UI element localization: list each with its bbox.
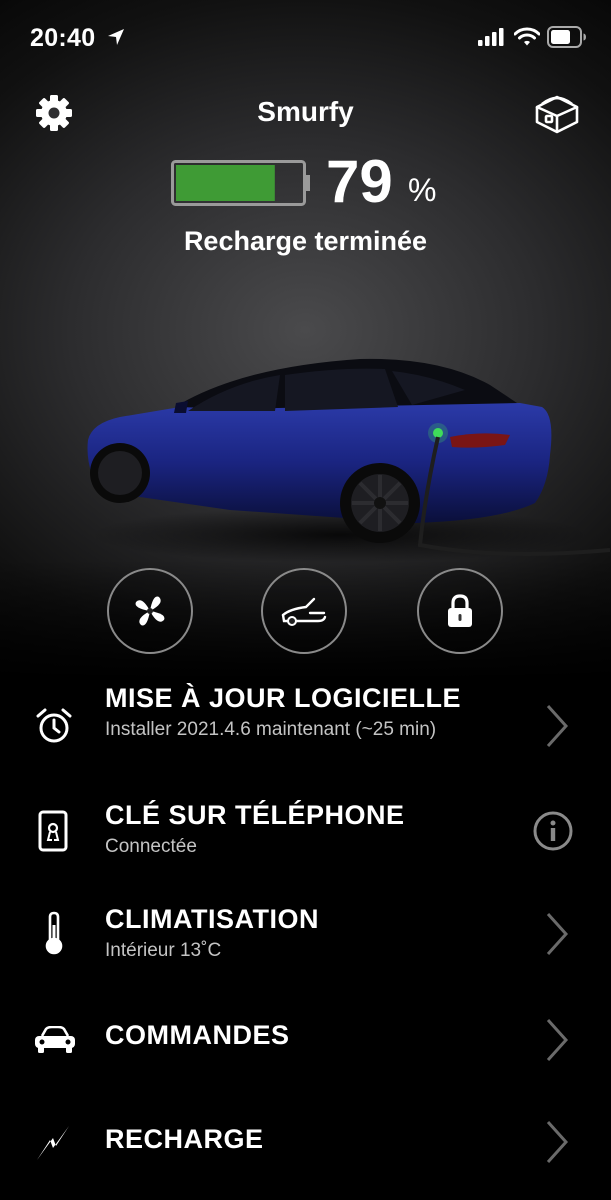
- status-time: 20:40: [30, 24, 96, 52]
- fan-icon: [135, 596, 165, 626]
- controls-title: COMMANDES: [105, 1020, 290, 1050]
- menu-row-climate[interactable]: CLIMATISATION Intérieur 13˚C: [0, 900, 611, 980]
- menu-row-controls[interactable]: COMMANDES: [0, 1010, 611, 1070]
- location-arrow-icon: [108, 29, 124, 45]
- lightning-bolt-icon: [37, 1126, 69, 1160]
- car-image: [87, 358, 610, 563]
- thermometer-icon: [45, 911, 63, 955]
- status-bar: 20:40: [0, 0, 611, 76]
- battery-percent-sign: %: [408, 172, 437, 208]
- toybox-chest-icon[interactable]: [533, 93, 581, 135]
- background-fade: [0, 560, 611, 1200]
- phone-key-icon: [38, 810, 68, 852]
- chevron-right-icon: [546, 1120, 569, 1164]
- alarm-clock-icon: [36, 708, 72, 743]
- menu-row-phone-key[interactable]: CLÉ SUR TÉLÉPHONE Connectée: [0, 797, 611, 877]
- climate-subtitle: Intérieur 13˚C: [105, 940, 222, 961]
- info-icon[interactable]: [532, 810, 574, 852]
- menu-row-software-update[interactable]: MISE À JOUR LOGICIELLE Installer 2021.4.…: [0, 676, 611, 776]
- battery-percent: 79: [326, 148, 393, 215]
- battery-fill: [176, 165, 275, 201]
- chevron-right-icon: [546, 1018, 569, 1062]
- wifi-icon: [514, 27, 540, 46]
- menu-row-charging[interactable]: RECHARGE: [0, 1116, 611, 1176]
- car-front-icon: [35, 1026, 75, 1053]
- climate-title: CLIMATISATION: [105, 904, 319, 934]
- software-update-title: MISE À JOUR LOGICIELLE: [105, 683, 462, 713]
- phone-key-subtitle: Connectée: [105, 836, 197, 857]
- car-name: Smurfy: [257, 96, 354, 127]
- lock-icon: [448, 594, 472, 627]
- lock-button[interactable]: [417, 568, 503, 654]
- phone-key-title: CLÉ SUR TÉLÉPHONE: [105, 800, 405, 830]
- chevron-right-icon: [546, 704, 569, 748]
- climate-fan-button[interactable]: [107, 568, 193, 654]
- frunk-icon: [281, 597, 327, 626]
- frunk-button[interactable]: [261, 568, 347, 654]
- chevron-right-icon: [546, 912, 569, 956]
- phone-battery-icon: [547, 26, 586, 48]
- car-battery-gauge: [171, 160, 310, 206]
- charging-title: RECHARGE: [105, 1124, 264, 1154]
- charge-status-text: Recharge terminée: [183, 226, 428, 256]
- cellular-signal-icon: [478, 28, 504, 46]
- software-update-subtitle: Installer 2021.4.6 maintenant (~25 min): [105, 719, 437, 740]
